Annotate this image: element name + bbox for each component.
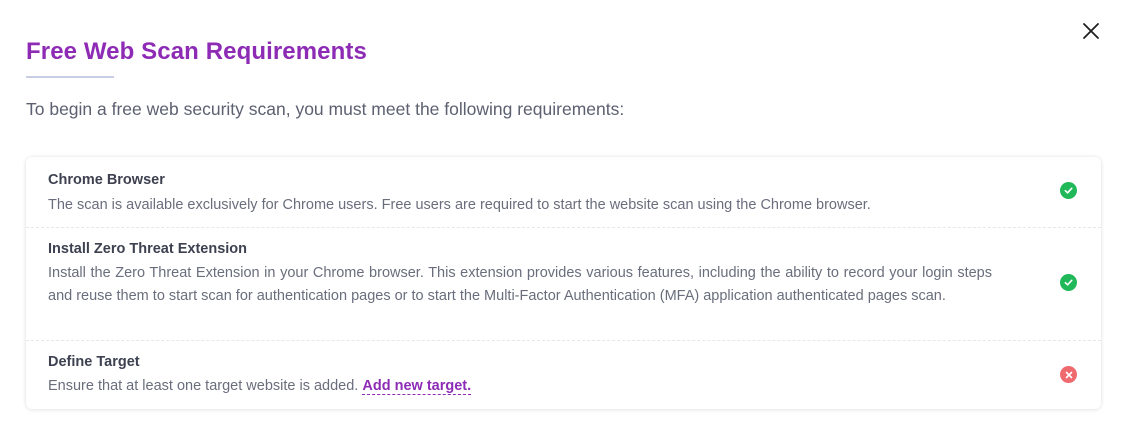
check-circle-icon bbox=[1060, 182, 1077, 199]
requirement-description: Ensure that at least one target website … bbox=[48, 375, 992, 398]
requirement-chrome-browser: Chrome Browser The scan is available exc… bbox=[26, 157, 1101, 228]
close-icon[interactable] bbox=[1082, 22, 1100, 40]
requirement-description: The scan is available exclusively for Ch… bbox=[48, 197, 871, 213]
requirement-title: Install Zero Threat Extension bbox=[48, 241, 248, 257]
check-circle-icon bbox=[1060, 274, 1077, 291]
close-button[interactable] bbox=[1078, 18, 1104, 44]
title-underline bbox=[26, 76, 114, 78]
requirement-title: Define Target bbox=[48, 354, 140, 370]
requirement-description: Install the Zero Threat Extension in you… bbox=[48, 265, 992, 304]
requirement-title: Chrome Browser bbox=[48, 172, 165, 188]
requirement-zero-threat-extension: Install Zero Threat Extension Install th… bbox=[26, 228, 1101, 341]
requirement-define-target: Define Target Ensure that at least one t… bbox=[26, 341, 1101, 409]
requirements-modal: Free Web Scan Requirements To begin a fr… bbox=[0, 0, 1124, 448]
add-new-target-link[interactable]: Add new target. bbox=[362, 378, 472, 395]
x-circle-icon bbox=[1060, 366, 1077, 383]
requirement-description-text: Ensure that at least one target website … bbox=[48, 378, 359, 394]
requirements-list: Chrome Browser The scan is available exc… bbox=[26, 157, 1101, 409]
intro-text: To begin a free web security scan, you m… bbox=[26, 99, 625, 119]
modal-title: Free Web Scan Requirements bbox=[26, 38, 367, 65]
